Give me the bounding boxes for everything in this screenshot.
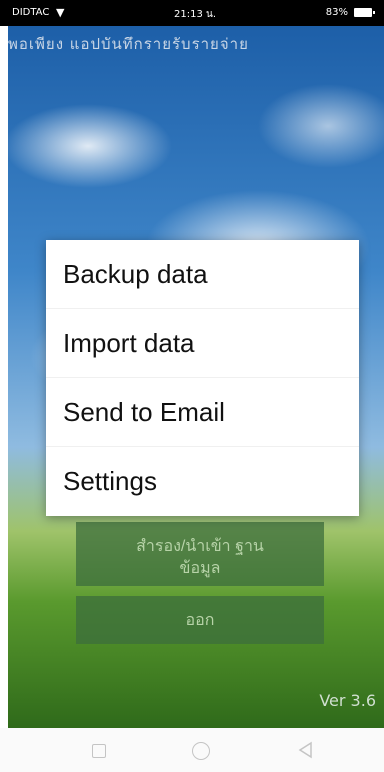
- status-bar: DIDTAC ▼ 21:13 น. 83%: [0, 0, 384, 26]
- home-icon[interactable]: [192, 742, 210, 760]
- phone-screen: DIDTAC ▼ 21:13 น. 83% พอเพียง แอปบันทึกร…: [0, 0, 384, 772]
- exit-button-label: ออก: [185, 612, 215, 629]
- recent-apps-icon[interactable]: [92, 744, 106, 758]
- battery-percent: 83%: [325, 7, 348, 18]
- carrier-label: DIDTAC: [12, 7, 50, 18]
- wifi-icon: ▼: [56, 6, 65, 19]
- exit-button[interactable]: ออก: [76, 596, 324, 644]
- version-label: Ver 3.6: [319, 691, 376, 710]
- menu-item-send-to-email[interactable]: Send to Email: [46, 378, 359, 447]
- navigation-bar: [0, 728, 384, 772]
- status-time: 21:13 น.: [174, 9, 217, 20]
- back-icon[interactable]: [296, 740, 316, 760]
- menu-item-backup-data[interactable]: Backup data: [46, 240, 359, 309]
- menu-item-import-data[interactable]: Import data: [46, 309, 359, 378]
- app-title: พอเพียง แอปบันทึกรายรับรายจ่าย: [8, 35, 249, 53]
- backup-import-button-label: สำรอง/นำเข้า ฐาน ข้อมูล: [136, 537, 264, 577]
- options-popup-menu: Backup data Import data Send to Email Se…: [46, 240, 359, 516]
- battery-icon: [354, 8, 375, 17]
- menu-item-settings[interactable]: Settings: [46, 447, 359, 516]
- backup-import-button[interactable]: สำรอง/นำเข้า ฐาน ข้อมูล: [76, 522, 324, 586]
